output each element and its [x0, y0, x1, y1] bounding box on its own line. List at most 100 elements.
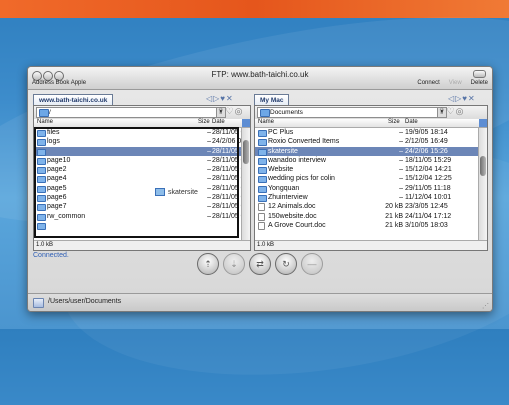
local-file-list[interactable]: PC Plus –19/9/05 18:14 Roxio Converted Ite… [255, 128, 478, 240]
toolbar-toggle-button[interactable] [473, 70, 486, 78]
file-size: 21 kB [385, 221, 403, 229]
column-date[interactable]: Date [405, 119, 418, 125]
column-size[interactable]: Size [198, 119, 210, 125]
file-date: 24/11/04 17:12 [405, 212, 452, 220]
file-size: – [207, 175, 211, 183]
table-row[interactable]: PC Plus –19/9/05 18:14 [255, 128, 478, 137]
file-date: 15/12/04 14:21 [405, 166, 452, 174]
stop-button[interactable]: — [301, 253, 323, 275]
table-row[interactable]: –28/11/05 00:3 [34, 146, 241, 156]
file-name: Website [268, 166, 294, 174]
local-scrollbar[interactable] [478, 128, 487, 240]
local-column-header: Name Size Date [255, 119, 487, 128]
folder-icon [258, 139, 267, 147]
file-date: 28/11/05 00:4 [212, 166, 241, 174]
table-row[interactable]: wedding pics for colin –15/12/04 12:25 [255, 174, 478, 184]
file-date: 28/11/05 00:4 [212, 203, 241, 211]
folder-icon [155, 188, 165, 196]
table-row[interactable]: page2 –28/11/05 00:4 [34, 165, 241, 175]
table-row[interactable]: Roxio Converted Items –2/12/05 16:49 [255, 137, 478, 147]
scroll-thumb[interactable] [480, 156, 486, 176]
table-row[interactable]: logs –24/2/06 00:34 [34, 137, 241, 147]
window-title: FTP: www.bath-taichi.co.uk [211, 70, 309, 79]
delete-button[interactable]: Delete [471, 80, 488, 86]
table-row[interactable]: files –28/11/05 00:3 [34, 128, 241, 137]
file-name: files [47, 129, 60, 136]
remote-nav-icons[interactable]: ⇧♡◎ [217, 106, 243, 117]
local-tab-controls[interactable]: ◁▷♥✕ [448, 94, 476, 103]
column-name[interactable]: Name [258, 119, 274, 125]
file-name: wanadoo interview [268, 156, 326, 164]
table-row[interactable]: Website –15/12/04 14:21 [255, 165, 478, 175]
table-row[interactable]: page7 –28/11/05 00:4 [34, 202, 241, 212]
remote-path-dropdown[interactable]: / ▼ [36, 107, 226, 118]
remote-file-list[interactable]: files–28/11/05 00:3logs–24/2/06 00:34–28… [34, 128, 241, 240]
transfer-toolbar: ⇡ ⇣ ⇄ ↻ — [28, 253, 492, 275]
title-bar[interactable]: FTP: www.bath-taichi.co.uk Address Book … [28, 67, 492, 90]
column-name[interactable]: Name [37, 119, 53, 125]
file-date: 2/12/05 16:49 [405, 138, 448, 146]
table-row[interactable]: rw_common –28/11/05 00:4 [34, 212, 241, 221]
toolbar-left-labels[interactable]: Address Book Apple [32, 80, 86, 86]
file-name: page10 [47, 156, 71, 164]
file-size: – [399, 156, 403, 164]
file-name: Zhuinterview [268, 194, 308, 202]
folder-icon [37, 176, 46, 184]
local-nav-icons[interactable]: ⇧♡◎ [438, 106, 464, 117]
file-name: page2 [47, 166, 67, 174]
remote-scrollbar[interactable] [241, 128, 250, 240]
file-name: page6 [47, 194, 67, 202]
file-date: 19/9/05 18:14 [405, 129, 448, 136]
table-row[interactable]: 12 Animals.doc 20 kB 23/3/05 12:45 [255, 202, 478, 212]
local-path-bar: Documents ▼ ⇧♡◎ [255, 106, 487, 120]
file-date: 29/11/05 11:18 [405, 184, 451, 192]
folder-icon [39, 109, 49, 117]
file-name: rw_common [47, 212, 86, 220]
folder-icon [37, 222, 46, 230]
table-row[interactable]: page5 –28/11/05 00:4 [34, 184, 241, 193]
folder-icon [258, 130, 267, 137]
scroll-thumb[interactable] [243, 140, 249, 164]
folder-icon [258, 176, 267, 184]
file-date: 28/11/05 00:3 [212, 156, 241, 164]
sync-button[interactable]: ⇄ [249, 253, 271, 275]
table-row[interactable]: page10 –28/11/05 00:3 [34, 156, 241, 165]
file-date: 15/12/04 12:25 [405, 175, 452, 183]
file-name: page5 [47, 184, 67, 192]
upload-button[interactable]: ⇡ [197, 253, 219, 275]
table-row[interactable] [34, 221, 241, 230]
table-row[interactable]: Yongquan –29/11/05 11:18 [255, 184, 478, 193]
remote-path-text: / [49, 109, 51, 116]
sort-order-icon[interactable] [479, 119, 487, 127]
connect-button[interactable]: Connect [417, 80, 439, 86]
table-row[interactable]: A Grove Court.doc 21 kB 3/10/05 18:03 [255, 221, 478, 230]
download-button[interactable]: ⇣ [223, 253, 245, 275]
folder-icon [258, 148, 267, 156]
table-row[interactable]: page4 –28/11/05 00:4 [34, 174, 241, 184]
folder-icon [37, 139, 46, 147]
table-row[interactable]: skatersite –24/2/06 15:26 [255, 146, 478, 156]
dragged-item: skatersite [155, 188, 198, 196]
remote-tab-controls[interactable]: ◁▷♥✕ [206, 94, 234, 103]
file-size: – [399, 147, 403, 155]
column-size[interactable]: Size [388, 119, 400, 125]
table-row[interactable]: Zhuinterview –11/12/04 10:01 [255, 193, 478, 203]
refresh-button[interactable]: ↻ [275, 253, 297, 275]
bottom-bar: /Users/user/Documents ⋰ [28, 293, 492, 311]
resize-grip-icon[interactable]: ⋰ [482, 302, 489, 310]
table-row[interactable]: 150website.doc 21 kB 24/11/04 17:12 [255, 212, 478, 221]
file-size: – [207, 203, 211, 211]
table-row[interactable]: wanadoo interview –18/11/05 15:29 [255, 156, 478, 165]
file-date: 28/11/05 00:3 [212, 129, 241, 136]
file-size: – [207, 156, 211, 164]
file-name: PC Plus [268, 129, 294, 136]
table-row[interactable]: page6 –28/11/05 00:4 [34, 193, 241, 203]
local-path-dropdown[interactable]: Documents ▼ [257, 107, 447, 118]
folder-icon [258, 167, 267, 175]
file-date: 3/10/05 18:03 [405, 221, 448, 229]
local-path-text: Documents [270, 109, 303, 116]
bottom-path: /Users/user/Documents [48, 298, 122, 305]
column-date[interactable]: Date [212, 119, 225, 125]
sort-order-icon[interactable] [242, 119, 250, 127]
view-button[interactable]: View [449, 80, 462, 86]
